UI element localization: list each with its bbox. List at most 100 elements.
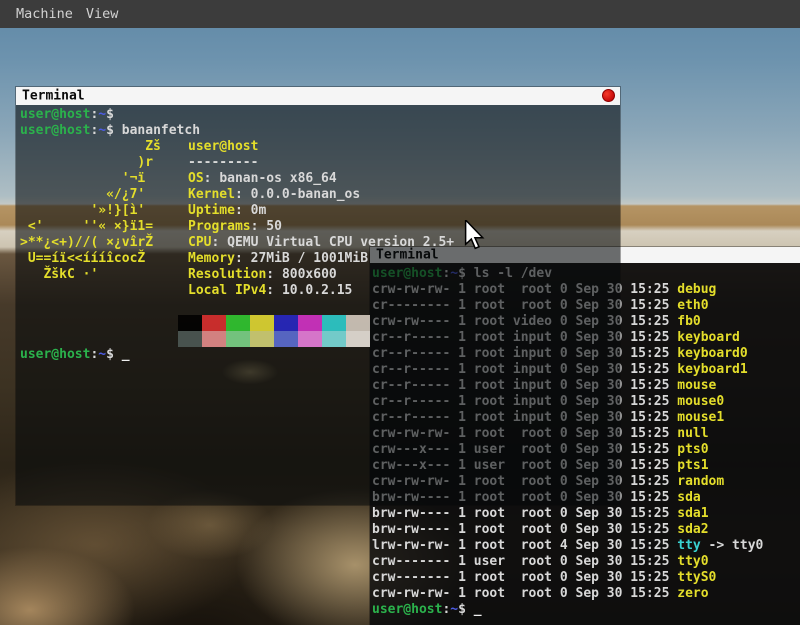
fetch-colon: : <box>211 235 227 250</box>
device-row: crw------- 1 user root 0 Sep 30 15:25 tt… <box>372 554 709 570</box>
fetch-info-line: Resolution: 800x600 <box>188 267 337 283</box>
file-name: zero <box>677 586 708 601</box>
palette-swatch <box>202 331 226 347</box>
fetch-separator: --------- <box>188 155 258 170</box>
file-name: mouse <box>677 378 716 393</box>
file-name: ttyS0 <box>677 570 716 585</box>
banana-ascii-art: Zš )r '¬ï «/¿7' '»!}[ì' <' ''« ×}ï1= >**… <box>20 139 161 283</box>
palette-swatch <box>178 315 202 331</box>
prompt-symbol: $ <box>106 107 114 122</box>
palette-swatch <box>322 315 346 331</box>
palette-swatch <box>346 331 370 347</box>
fetch-colon: : <box>235 203 251 218</box>
file-name: pts1 <box>677 458 708 473</box>
file-name: fb0 <box>677 314 700 329</box>
palette-swatch <box>250 331 274 347</box>
terminal-text <box>466 602 474 617</box>
fetch-info-line: OS: banan-os x86_64 <box>188 171 337 187</box>
file-meta: crw-rw-rw- 1 root root 0 Sep 30 15:25 <box>372 586 677 601</box>
fetch-colon: : <box>251 219 267 234</box>
file-meta: crw------- 1 user root 0 Sep 30 15:25 <box>372 554 677 569</box>
fetch-label: CPU <box>188 235 211 250</box>
prompt-line: user@host:~$ <box>20 107 122 123</box>
fetch-info-line: Local IPv4: 10.0.2.15 <box>188 283 352 299</box>
device-row: brw-rw---- 1 root root 0 Sep 30 15:25 sd… <box>372 522 709 538</box>
prompt-symbol: $ <box>458 602 466 617</box>
fetch-value: 10.0.2.15 <box>282 283 352 298</box>
fetch-colon: : <box>266 267 282 282</box>
terminal1-titlebar[interactable]: Terminal <box>16 87 620 105</box>
color-palette <box>178 315 370 347</box>
file-name: pts0 <box>677 442 708 457</box>
file-name: sda2 <box>677 522 708 537</box>
palette-swatch <box>226 331 250 347</box>
device-row: lrw-rw-rw- 1 root root 4 Sep 30 15:25 tt… <box>372 538 763 554</box>
menu-view[interactable]: View <box>86 6 119 22</box>
prompt-path: ~ <box>450 602 458 617</box>
palette-swatch <box>250 315 274 331</box>
file-name: keyboard0 <box>677 346 747 361</box>
symlink-target: tty0 <box>732 538 763 553</box>
menu-bar: Machine View <box>0 0 800 28</box>
file-name: sda1 <box>677 506 708 521</box>
terminal1-title: Terminal <box>22 89 85 104</box>
palette-swatch <box>274 315 298 331</box>
prompt-symbol: $ <box>106 347 114 362</box>
fetch-value: banan-os x86_64 <box>219 171 336 186</box>
close-button-icon[interactable] <box>602 89 615 102</box>
fetch-label: Local IPv4 <box>188 283 266 298</box>
palette-swatch <box>298 331 322 347</box>
device-row: crw-rw-rw- 1 root root 0 Sep 30 15:25 ze… <box>372 586 709 602</box>
fetch-label: Kernel <box>188 187 235 202</box>
fetch-label: Programs <box>188 219 251 234</box>
prompt-user: user@host <box>20 123 90 138</box>
fetch-info-line: Uptime: 0m <box>188 203 266 219</box>
palette-swatch <box>178 331 202 347</box>
prompt-path: ~ <box>98 107 106 122</box>
fetch-value: 800x600 <box>282 267 337 282</box>
file-meta: crw------- 1 root root 0 Sep 30 15:25 <box>372 570 677 585</box>
fetch-colon: : <box>204 171 220 186</box>
fetch-label: Uptime <box>188 203 235 218</box>
file-name: keyboard <box>677 330 740 345</box>
text-cursor: _ <box>122 347 130 362</box>
prompt-line: user@host:~$ _ <box>372 602 482 618</box>
text-cursor: _ <box>474 602 482 617</box>
file-name: mouse0 <box>677 394 724 409</box>
device-row: crw------- 1 root root 0 Sep 30 15:25 tt… <box>372 570 716 586</box>
file-name: eth0 <box>677 298 708 313</box>
fetch-info-line: Programs: 50 <box>188 219 282 235</box>
palette-swatch <box>322 331 346 347</box>
fetch-info-line: Memory: 27MiB / 1001MiB <box>188 251 368 267</box>
fetch-label: OS <box>188 171 204 186</box>
fetch-value: 27MiB / 1001MiB <box>251 251 368 266</box>
prompt-line: user@host:~$ _ <box>20 347 130 363</box>
fetch-separator-line: --------- <box>188 155 258 171</box>
file-name: tty <box>677 538 700 553</box>
fetch-value: 50 <box>266 219 282 234</box>
command-line: user@host:~$ bananfetch <box>20 123 200 139</box>
prompt-path: ~ <box>98 347 106 362</box>
file-name: null <box>677 426 708 441</box>
fetch-host: user@host <box>188 139 258 154</box>
symlink-arrow: -> <box>701 538 732 553</box>
fetch-label: Memory <box>188 251 235 266</box>
terminal-text <box>114 347 122 362</box>
file-meta: brw-rw---- 1 root root 0 Sep 30 15:25 <box>372 522 677 537</box>
terminal1-content[interactable]: user@host:~$ user@host:~$ bananfetch Zš … <box>16 105 620 505</box>
fetch-value: 0m <box>251 203 267 218</box>
fetch-colon: : <box>235 251 251 266</box>
command-text: bananfetch <box>114 123 200 138</box>
file-name: mouse1 <box>677 410 724 425</box>
prompt-path: ~ <box>98 123 106 138</box>
menu-machine[interactable]: Machine <box>16 6 73 22</box>
prompt-user: user@host <box>20 107 90 122</box>
file-meta: lrw-rw-rw- 1 root root 4 Sep 30 15:25 <box>372 538 677 553</box>
file-meta: brw-rw---- 1 root root 0 Sep 30 15:25 <box>372 506 677 521</box>
command-text <box>114 107 122 122</box>
fetch-info-line: Kernel: 0.0.0-banan_os <box>188 187 360 203</box>
fetch-value: QEMU Virtual CPU version 2.5+ <box>227 235 454 250</box>
terminal-window-bananfetch[interactable]: Terminal user@host:~$ user@host:~$ banan… <box>16 87 620 505</box>
fetch-colon: : <box>235 187 251 202</box>
file-name: sda <box>677 490 700 505</box>
